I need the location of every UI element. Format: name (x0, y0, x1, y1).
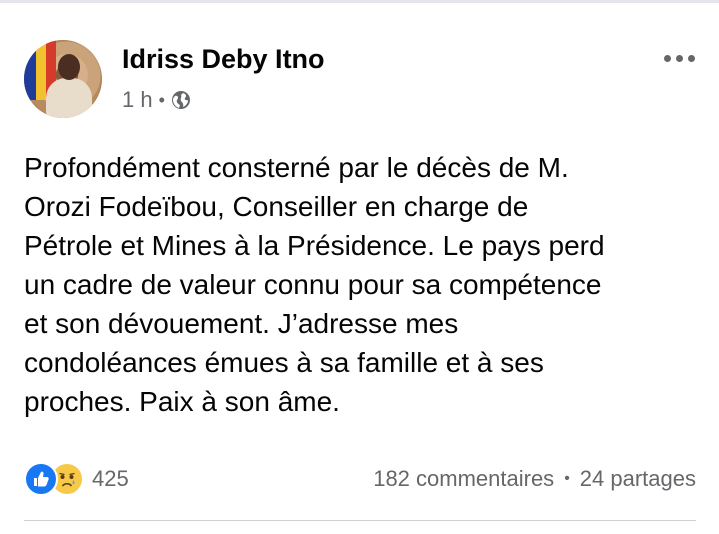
like-icon (24, 462, 58, 496)
facebook-post: Idriss Deby Itno 1 h • Profondément cons… (0, 0, 719, 534)
post-time[interactable]: 1 h (122, 87, 153, 113)
more-dot (687, 54, 695, 62)
post-body-text: Profondément consterné par le décès de M… (24, 152, 605, 417)
reactions-summary[interactable]: 425 (24, 462, 129, 496)
stats-divider (24, 520, 696, 521)
stats-separator: • (564, 470, 570, 487)
more-dot (675, 54, 683, 62)
comments-count[interactable]: 182 commentaires (373, 466, 554, 492)
post-header: Idriss Deby Itno 1 h • (24, 40, 699, 120)
engagement-counts: 182 commentaires • 24 partages (373, 466, 696, 492)
avatar-figure-head (58, 54, 80, 80)
avatar-figure-body (46, 78, 92, 118)
post-meta: 1 h • (122, 86, 191, 114)
author-name[interactable]: Idriss Deby Itno (122, 42, 325, 76)
reaction-icons (24, 462, 84, 496)
author-avatar[interactable] (24, 40, 102, 118)
more-dot (663, 54, 671, 62)
shares-count[interactable]: 24 partages (580, 466, 696, 492)
flag-stripe-yellow (36, 40, 46, 100)
post-stats: 425 182 commentaires • 24 partages (24, 458, 696, 500)
globe-icon[interactable] (171, 90, 191, 110)
flag-stripe-blue (24, 40, 36, 100)
more-options-icon[interactable] (659, 42, 699, 74)
reaction-count: 425 (92, 466, 129, 491)
meta-separator: • (158, 90, 165, 110)
